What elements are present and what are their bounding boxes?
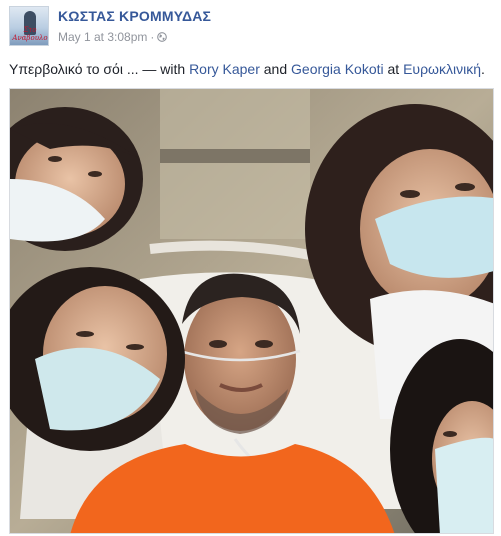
man-eye-left: [209, 340, 227, 348]
window-panel: [160, 89, 310, 239]
window-bar: [160, 149, 310, 163]
woman-midleft-eye: [126, 344, 144, 350]
post-header: Στο Ανάβουλο ΚΩΣΤΑΣ ΚΡΟΜΜΥΔΑΣ May 1 at 3…: [9, 6, 493, 48]
woman-topright-eye: [455, 183, 475, 191]
globe-icon[interactable]: [157, 32, 168, 42]
woman-topleft-eye: [88, 171, 102, 177]
woman-bottomright-eye: [443, 431, 457, 437]
woman-bottomright-mask: [435, 437, 493, 533]
place-link[interactable]: Ευρωκλινική: [403, 61, 481, 77]
tagged-user-link[interactable]: Rory Kaper: [189, 61, 260, 77]
post-meta: May 1 at 3:08pm ·: [58, 30, 168, 44]
photo-illustration: [10, 89, 493, 533]
woman-midleft-eye: [76, 331, 94, 337]
post-text: Υπερβολικό το σόι ... — with Rory Kaper …: [9, 61, 485, 77]
meta-separator: ·: [150, 30, 155, 44]
woman-topright-eye: [400, 190, 420, 198]
avatar[interactable]: Στο Ανάβουλο: [9, 6, 49, 46]
tagged-user-link[interactable]: Georgia Kokoti: [291, 61, 384, 77]
post-timestamp-link[interactable]: May 1 at 3:08pm: [58, 30, 147, 44]
post-text-at: at: [383, 61, 404, 77]
post-text-end: .: [481, 61, 485, 77]
post-text-start: Υπερβολικό το σόι ... — with: [9, 61, 190, 77]
author-name-link[interactable]: ΚΩΣΤΑΣ ΚΡΟΜΜΥΔΑΣ: [58, 8, 211, 24]
avatar-caption: Στο Ανάβουλο: [12, 26, 48, 42]
post-photo[interactable]: [9, 88, 494, 534]
woman-topleft-eye: [48, 156, 62, 162]
post-text-and: and: [259, 61, 292, 77]
man-eye-right: [255, 340, 273, 348]
